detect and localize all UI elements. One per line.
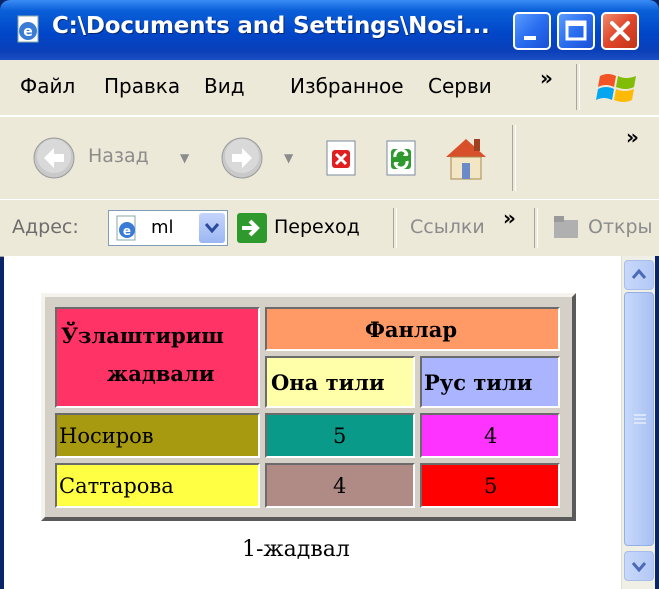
table-row-1-name: Носиров	[55, 413, 260, 458]
home-icon[interactable]	[440, 133, 492, 183]
header-group-label: Фанлар	[365, 317, 457, 342]
address-label: Адрес:	[12, 216, 79, 238]
close-button[interactable]	[601, 12, 639, 50]
address-bar: Адрес: e ml Переход Ссылки » Откры	[0, 199, 659, 257]
folder-icon	[554, 216, 578, 238]
row2-v1: 4	[333, 474, 347, 498]
open-link-label[interactable]: Откры	[588, 216, 653, 238]
forward-arrow-icon[interactable]	[218, 135, 270, 181]
go-arrow-icon[interactable]	[236, 212, 268, 244]
maximize-button[interactable]	[557, 12, 595, 50]
address-separator	[393, 208, 397, 248]
svg-text:e: e	[123, 224, 131, 238]
minimize-icon	[524, 36, 536, 40]
chevron-down-icon	[204, 223, 220, 234]
address-value: ml	[151, 217, 174, 238]
menu-separator	[576, 64, 580, 110]
ie-page-icon: e	[116, 215, 136, 241]
menu-tools[interactable]: Серви	[428, 74, 528, 98]
refresh-icon[interactable]	[382, 139, 422, 179]
header-left-line1: Ўзлаштириш	[61, 323, 224, 348]
forward-dropdown-icon[interactable]: ▼	[284, 151, 293, 165]
windows-logo-icon	[596, 74, 636, 102]
ie-page-icon: e	[17, 15, 39, 43]
scroll-up-button[interactable]	[624, 260, 654, 290]
minimize-button[interactable]	[513, 12, 551, 50]
menu-view[interactable]: Вид	[204, 74, 245, 98]
maximize-icon	[565, 20, 587, 41]
scroll-thumb[interactable]	[624, 292, 654, 546]
menu-chevron[interactable]: »	[540, 66, 553, 90]
close-icon	[610, 21, 630, 41]
links-chevron[interactable]: »	[503, 206, 516, 230]
table-row-2-col2: 5	[420, 463, 560, 508]
back-arrow-icon[interactable]	[30, 135, 82, 181]
row2-name: Саттарова	[59, 474, 174, 498]
row2-v2: 5	[484, 474, 498, 498]
header-left-line2: жадвали	[107, 361, 215, 386]
back-button-label[interactable]: Назад	[88, 145, 149, 167]
toolbar-chevron[interactable]: »	[626, 125, 639, 149]
address-dropdown-button[interactable]	[199, 213, 225, 243]
page-viewport: Ўзлаштириш жадвали Фанлар Она тили Рус т…	[4, 256, 621, 589]
col1-label: Она тили	[271, 370, 385, 395]
menu-edit[interactable]: Правка	[104, 74, 180, 98]
title-bar[interactable]: e C:\Documents and Settings\Nosi...	[0, 0, 659, 60]
menu-favorites[interactable]: Избранное	[290, 74, 404, 98]
row1-v1: 5	[333, 424, 347, 448]
toolbar-separator	[512, 125, 516, 191]
back-dropdown-icon[interactable]: ▼	[180, 151, 189, 165]
row1-v2: 4	[484, 424, 498, 448]
table-caption: 1-жадвал	[242, 537, 350, 562]
standard-toolbar: Назад ▼ ▼ »	[0, 116, 659, 200]
menu-bar: Файл Правка Вид Избранное Серви »	[0, 60, 659, 116]
menu-file[interactable]: Файл	[20, 74, 75, 98]
links-label[interactable]: Ссылки	[410, 216, 485, 238]
address-input[interactable]: e ml	[108, 210, 228, 246]
grades-table: Ўзлаштириш жадвали Фанлар Она тили Рус т…	[41, 293, 576, 521]
table-header-group: Фанлар	[265, 307, 560, 351]
table-header-left: Ўзлаштириш жадвали	[55, 307, 260, 408]
chevron-up-icon	[631, 268, 647, 279]
window-title: C:\Documents and Settings\Nosi...	[52, 13, 490, 39]
col2-label: Рус тили	[424, 370, 533, 395]
browser-window: e C:\Documents and Settings\Nosi... Файл…	[0, 0, 659, 589]
table-row-2-name: Саттарова	[55, 463, 260, 508]
table-row-2-col1: 4	[265, 463, 415, 508]
vertical-scrollbar[interactable]	[621, 256, 656, 589]
table-header-col1: Она тили	[265, 356, 415, 408]
chevron-down-icon	[631, 562, 647, 573]
table-row-1-col2: 4	[420, 413, 560, 458]
go-button-label[interactable]: Переход	[274, 216, 360, 238]
scroll-down-button[interactable]	[624, 551, 654, 581]
row1-name: Носиров	[59, 424, 154, 448]
svg-text:e: e	[23, 24, 33, 40]
links-separator	[534, 208, 538, 248]
stop-icon[interactable]	[322, 139, 362, 179]
table-header-col2: Рус тили	[420, 356, 560, 408]
grip-icon	[634, 414, 646, 424]
table-row-1-col1: 5	[265, 413, 415, 458]
window-frame-right	[655, 256, 659, 589]
